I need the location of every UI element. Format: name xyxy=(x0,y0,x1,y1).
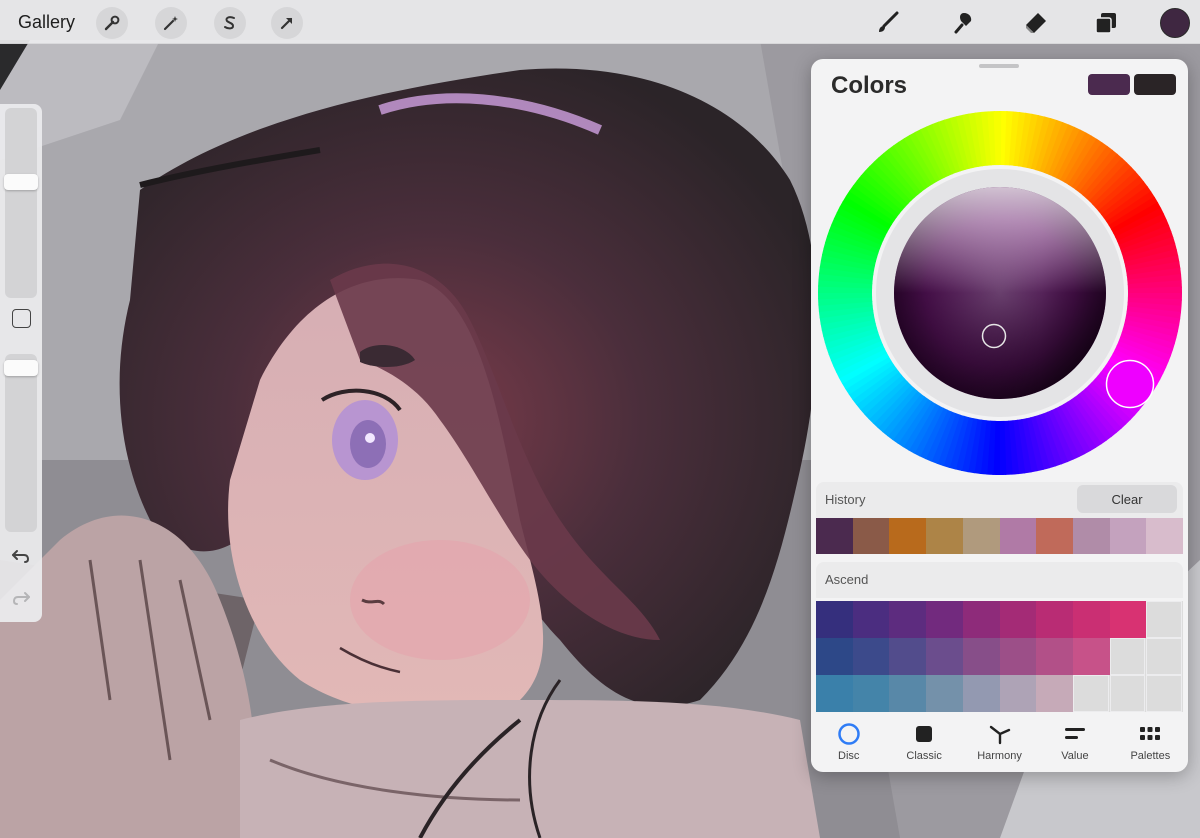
palette-swatch[interactable] xyxy=(889,601,927,638)
palette-swatch[interactable] xyxy=(926,601,963,638)
tab-harmony[interactable]: Harmony xyxy=(962,709,1037,772)
palette-swatch[interactable] xyxy=(1109,638,1147,675)
classic-square-icon xyxy=(912,722,936,746)
colors-panel: Colors History Clear Ascend Disc Classic… xyxy=(811,59,1188,772)
brush-size-handle[interactable] xyxy=(4,174,38,191)
history-swatches xyxy=(816,518,1184,554)
palette-swatch[interactable] xyxy=(889,675,927,712)
palette-swatch[interactable] xyxy=(926,675,963,712)
brush-icon[interactable] xyxy=(872,7,904,39)
tab-classic[interactable]: Classic xyxy=(886,709,961,772)
history-swatch[interactable] xyxy=(889,518,927,554)
palette-swatch[interactable] xyxy=(999,638,1037,675)
palette-swatch[interactable] xyxy=(926,638,963,675)
palette-swatch[interactable] xyxy=(962,638,1000,675)
top-toolbar: Gallery xyxy=(0,0,1200,44)
arrow-cursor-icon[interactable] xyxy=(271,7,303,39)
palette-swatch[interactable] xyxy=(962,601,1000,638)
history-swatch[interactable] xyxy=(1146,518,1184,554)
disc-icon xyxy=(837,722,861,746)
history-label: History xyxy=(825,492,866,507)
clear-history-button[interactable]: Clear xyxy=(1077,485,1177,513)
palette-swatch[interactable] xyxy=(1146,675,1183,712)
palette-swatch[interactable] xyxy=(1146,638,1183,675)
palette-swatch[interactable] xyxy=(1072,638,1110,675)
tab-disc[interactable]: Disc xyxy=(811,709,886,772)
palette-grid xyxy=(816,601,1183,712)
palette-swatch[interactable] xyxy=(1072,675,1110,712)
tab-palettes[interactable]: Palettes xyxy=(1113,709,1188,772)
palette-swatch[interactable] xyxy=(852,601,890,638)
palette-swatch[interactable] xyxy=(816,638,853,675)
palettes-grid-icon xyxy=(1138,722,1162,746)
palette-swatch[interactable] xyxy=(1036,675,1073,712)
harmony-icon xyxy=(988,722,1012,746)
opacity-slider[interactable] xyxy=(5,354,37,532)
palette-swatch[interactable] xyxy=(962,675,1000,712)
history-swatch[interactable] xyxy=(999,518,1037,554)
palette-swatch[interactable] xyxy=(1036,601,1073,638)
smudge-icon[interactable] xyxy=(948,7,980,39)
palette-header: Ascend xyxy=(816,562,1183,598)
history-swatch[interactable] xyxy=(1109,518,1147,554)
palette-swatch[interactable] xyxy=(999,675,1037,712)
history-swatch[interactable] xyxy=(926,518,963,554)
current-color-button[interactable] xyxy=(1160,8,1190,38)
tab-value[interactable]: Value xyxy=(1037,709,1112,772)
magic-wand-icon[interactable] xyxy=(155,7,187,39)
history-swatch[interactable] xyxy=(962,518,1000,554)
history-swatch[interactable] xyxy=(852,518,890,554)
tab-label-palettes: Palettes xyxy=(1130,750,1171,762)
modify-square-icon[interactable] xyxy=(12,309,31,328)
redo-icon[interactable] xyxy=(9,586,33,610)
palette-swatch[interactable] xyxy=(1146,601,1183,638)
undo-icon[interactable] xyxy=(9,544,33,568)
palette-swatch[interactable] xyxy=(816,601,853,638)
left-sidebar xyxy=(0,104,42,622)
selection-s-icon[interactable] xyxy=(214,7,246,39)
palette-swatch[interactable] xyxy=(1072,601,1110,638)
palette-swatch[interactable] xyxy=(852,638,890,675)
hue-picker-handle[interactable] xyxy=(1105,359,1155,409)
wrench-icon[interactable] xyxy=(96,7,128,39)
color-disc[interactable] xyxy=(816,109,1184,477)
eraser-icon[interactable] xyxy=(1020,7,1052,39)
tab-label-disc: Disc xyxy=(838,750,860,762)
palette-swatch[interactable] xyxy=(816,675,853,712)
color-mode-tabs: Disc Classic Harmony Value Palettes xyxy=(811,709,1188,772)
brush-size-slider[interactable] xyxy=(5,108,37,298)
palette-swatch[interactable] xyxy=(1109,675,1147,712)
secondary-color-swatch[interactable] xyxy=(1134,74,1176,95)
saturation-disc[interactable] xyxy=(894,187,1106,399)
palette-swatch[interactable] xyxy=(999,601,1037,638)
panel-grabber[interactable] xyxy=(979,64,1019,68)
tab-label-harmony: Harmony xyxy=(977,750,1022,762)
value-sliders-icon xyxy=(1063,722,1087,746)
panel-title: Colors xyxy=(831,72,908,99)
history-swatch[interactable] xyxy=(1072,518,1110,554)
history-swatch[interactable] xyxy=(816,518,853,554)
gallery-button[interactable]: Gallery xyxy=(18,12,75,33)
palette-name: Ascend xyxy=(825,572,869,587)
palette-swatch[interactable] xyxy=(1109,601,1147,638)
layers-icon[interactable] xyxy=(1090,7,1122,39)
palette-swatch[interactable] xyxy=(1036,638,1073,675)
opacity-handle[interactable] xyxy=(4,360,38,376)
tab-label-classic: Classic xyxy=(906,750,942,762)
history-header: History Clear xyxy=(816,482,1183,518)
palette-swatch[interactable] xyxy=(889,638,927,675)
palette-swatch[interactable] xyxy=(852,675,890,712)
primary-color-swatch[interactable] xyxy=(1088,74,1130,95)
tab-label-value: Value xyxy=(1061,750,1089,762)
history-swatch[interactable] xyxy=(1036,518,1073,554)
